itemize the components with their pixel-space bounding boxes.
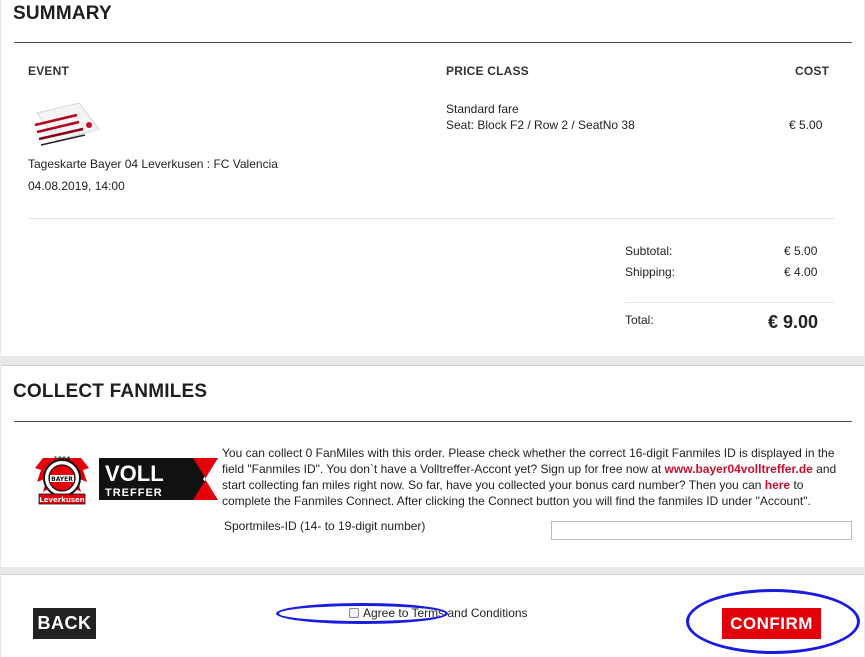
- sportmiles-id-label: Sportmiles-ID (14- to 19-digit number): [224, 519, 426, 533]
- event-name: Tageskarte Bayer 04 Leverkusen : FC Vale…: [28, 157, 278, 171]
- event-date: 04.08.2019, 14:00: [28, 179, 125, 193]
- fare-type: Standard fare: [446, 102, 519, 116]
- ticket-image: [34, 102, 100, 146]
- total-label: Total:: [625, 313, 654, 327]
- fanmiles-connect-here-link[interactable]: here: [765, 478, 790, 492]
- total-value: € 9.00: [768, 312, 819, 332]
- logo-bayer: BAYER: [51, 476, 73, 483]
- fanmiles-info-text: You can collect 0 FanMiles with this ord…: [222, 445, 840, 509]
- logo-voll: VOLL: [105, 461, 164, 486]
- back-button[interactable]: BACK: [33, 608, 96, 639]
- shipping-value: € 4.00: [784, 265, 818, 279]
- fanmiles-title: COLLECT FANMILES: [13, 381, 208, 402]
- confirm-button[interactable]: CONFIRM: [722, 608, 821, 639]
- subtotal-label: Subtotal:: [625, 244, 673, 258]
- column-header-cost: COST: [795, 64, 830, 78]
- total-divider: [625, 302, 834, 303]
- summary-title: SUMMARY: [13, 3, 112, 24]
- fanmiles-title-divider: [14, 421, 852, 422]
- shipping-label: Shipping:: [625, 265, 676, 279]
- logo-year: 1904: [54, 456, 71, 463]
- bayer-volltreffer-logo: 1904 BAYER Leverkusen VOLL TREFFER: [35, 456, 218, 505]
- logo-city: Leverkusen: [39, 496, 85, 504]
- sportmiles-id-input[interactable]: [551, 521, 852, 540]
- item-cost: € 5.00: [789, 118, 823, 132]
- terms-label[interactable]: Agree to Terms and Conditions: [363, 606, 528, 620]
- summary-title-divider: [14, 42, 852, 43]
- terms-checkbox[interactable]: [349, 608, 359, 618]
- item-divider: [28, 218, 834, 219]
- column-header-event: EVENT: [28, 64, 70, 78]
- subtotal-value: € 5.00: [784, 244, 818, 258]
- column-header-price-class: PRICE CLASS: [446, 64, 529, 78]
- logo-treffer: TREFFER: [105, 487, 163, 499]
- seat-info: Seat: Block F2 / Row 2 / SeatNo 38: [446, 118, 635, 132]
- volltreffer-site-link[interactable]: www.bayer04volltreffer.de: [665, 462, 813, 476]
